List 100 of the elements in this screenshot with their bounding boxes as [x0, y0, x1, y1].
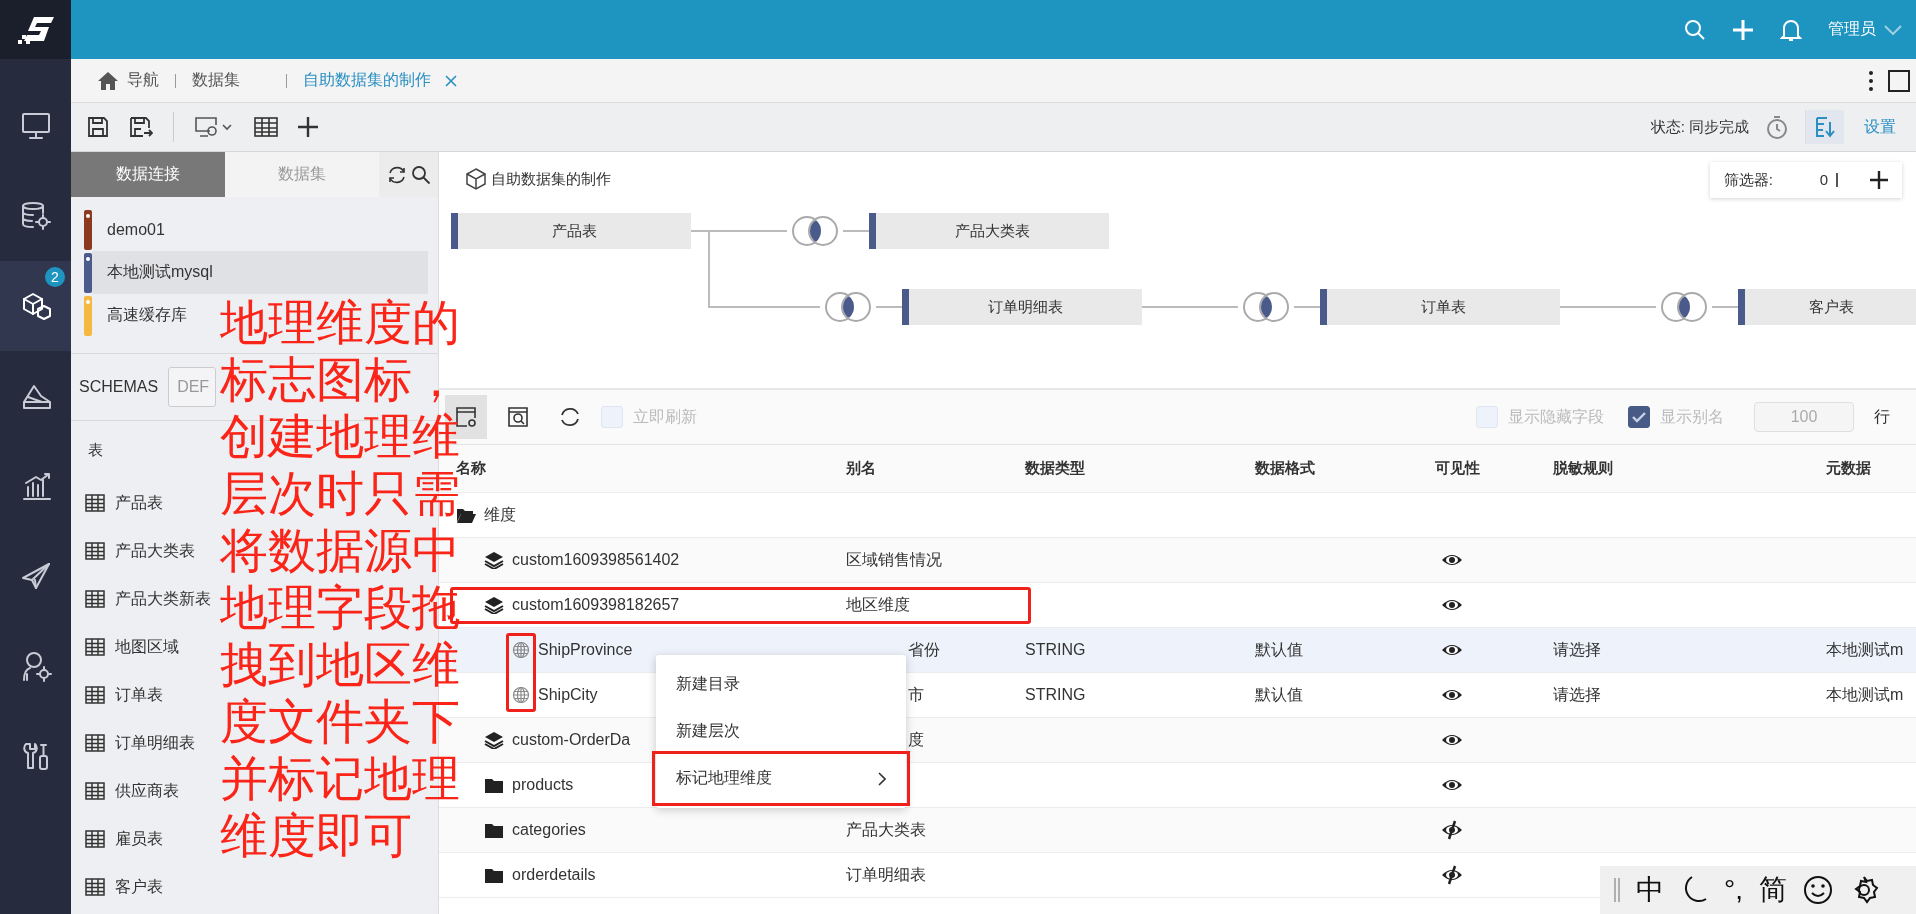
more-icon[interactable] [1868, 69, 1874, 92]
column-header: 脱敏规则 [1553, 459, 1614, 478]
eye-icon[interactable] [1441, 553, 1463, 567]
data-type: STRING [1025, 686, 1087, 704]
home-link[interactable]: 导航 [127, 70, 159, 91]
eye-icon[interactable] [1441, 778, 1463, 792]
table-icon [85, 686, 105, 704]
tables-label: 表 [88, 440, 103, 460]
plus-icon[interactable] [1870, 171, 1888, 189]
table-item[interactable]: 订单明细表 [115, 732, 195, 754]
table-icon [85, 542, 105, 560]
table-icon [85, 494, 105, 512]
column-header: 可见性 [1435, 459, 1481, 478]
save-icon[interactable] [87, 116, 109, 138]
field-name: products [512, 776, 574, 794]
connector-line [1293, 306, 1321, 308]
grip-icon[interactable] [1614, 878, 1620, 902]
table-node[interactable]: 订单明细表 [902, 289, 1142, 325]
timer-icon[interactable] [1765, 115, 1789, 139]
masking-rule[interactable]: 请选择 [1553, 639, 1826, 661]
field-name: custom1609398182657 [512, 596, 680, 614]
field-alias: 省份 [907, 639, 941, 660]
checkbox-label: 立即刷新 [633, 406, 697, 427]
table-node[interactable]: 产品表 [451, 213, 691, 249]
eye-icon[interactable] [1441, 688, 1463, 702]
table-icon [85, 830, 105, 848]
data-format: 默认值 [1255, 684, 1304, 705]
open-folder-icon [456, 506, 476, 524]
schemas-label: SCHEMAS [79, 378, 159, 396]
sort-button[interactable] [1805, 110, 1844, 144]
eye-icon[interactable] [1441, 733, 1463, 747]
field-alias: 产品大类表 [846, 819, 927, 840]
paper-plane-icon [19, 560, 52, 592]
data-format: 默认值 [1255, 639, 1304, 660]
metadata-source: 本地测试m [1826, 684, 1905, 705]
field-name: orderdetails [512, 866, 596, 884]
table-icon [85, 638, 105, 656]
search-icon[interactable] [410, 164, 431, 185]
eye-slash-icon[interactable] [1441, 865, 1463, 885]
screen-gear-icon[interactable] [194, 116, 234, 138]
table-icon [85, 878, 105, 896]
cube-icon [465, 168, 487, 190]
column-header: 别名 [846, 459, 877, 478]
checkbox-label: 显示别名 [1660, 406, 1724, 427]
table-icon [85, 734, 105, 752]
connection-item[interactable]: demo01 [92, 208, 165, 251]
list-download-icon [1814, 116, 1836, 138]
column-header: 元数据 [1826, 459, 1872, 478]
close-icon[interactable] [445, 74, 457, 87]
connection-item[interactable]: 本地测试mysql [92, 251, 428, 294]
plus-icon[interactable] [298, 117, 318, 137]
refresh-icon[interactable] [386, 164, 407, 185]
window-search-icon [507, 406, 529, 428]
field-name: custom-OrderDa [512, 731, 631, 749]
refresh-icon [559, 406, 581, 428]
field-name: categories [512, 821, 586, 839]
column-header: 数据格式 [1255, 459, 1316, 478]
eye-icon[interactable] [1441, 643, 1463, 657]
table-node[interactable]: 订单表 [1320, 289, 1560, 325]
table-item[interactable]: 订单表 [115, 684, 163, 706]
table-item[interactable]: 产品表 [115, 492, 163, 514]
panel-tab[interactable]: 数据连接 [71, 152, 225, 197]
table-item[interactable]: 客户表 [115, 876, 163, 898]
field-alias: 度 [907, 729, 925, 750]
checkbox-label: 显示隐藏字段 [1508, 406, 1604, 427]
check-icon [1632, 411, 1646, 423]
table-node[interactable]: 产品大类表 [869, 213, 1109, 249]
layers-icon [484, 551, 504, 569]
connector-line [875, 306, 903, 308]
canvas-title: 自助数据集的制作 [491, 169, 611, 189]
table-icon[interactable] [254, 117, 278, 137]
save-as-icon[interactable] [129, 116, 153, 138]
table-item[interactable]: 地图区域 [115, 636, 179, 658]
column-header: 数据类型 [1025, 459, 1086, 478]
table-row[interactable]: categories 产品大类表 [439, 808, 1916, 853]
masking-rule[interactable]: 请选择 [1553, 684, 1826, 706]
table-node[interactable]: 客户表 [1738, 289, 1916, 325]
folder-icon [484, 866, 504, 884]
checkbox[interactable] [1628, 406, 1650, 428]
table-item[interactable]: 产品大类表 [115, 540, 195, 562]
maximize-icon[interactable] [1888, 69, 1910, 92]
table-item[interactable]: 产品大类新表 [115, 588, 211, 610]
table-item[interactable]: 雇员表 [115, 828, 163, 850]
field-name: ShipCity [538, 686, 598, 704]
filter-count: 0 [1819, 173, 1838, 187]
field-name: 维度 [484, 504, 516, 525]
row-unit-label: 行 [1874, 406, 1890, 427]
field-name: custom1609398561402 [512, 551, 680, 569]
field-alias: 市 [907, 684, 925, 705]
eye-icon[interactable] [1441, 598, 1463, 612]
home-icon[interactable] [97, 70, 119, 91]
eye-slash-icon[interactable] [1441, 820, 1463, 840]
smiley-icon[interactable] [1803, 875, 1833, 905]
connector-line [842, 230, 870, 232]
tab[interactable]: 数据集 [192, 70, 240, 91]
database-gear-icon [19, 200, 52, 232]
table-item[interactable]: 供应商表 [115, 780, 179, 802]
monitor-icon [19, 110, 52, 142]
bell-icon[interactable] [1780, 17, 1802, 42]
connection-item[interactable]: 高速缓存库 [92, 294, 187, 337]
